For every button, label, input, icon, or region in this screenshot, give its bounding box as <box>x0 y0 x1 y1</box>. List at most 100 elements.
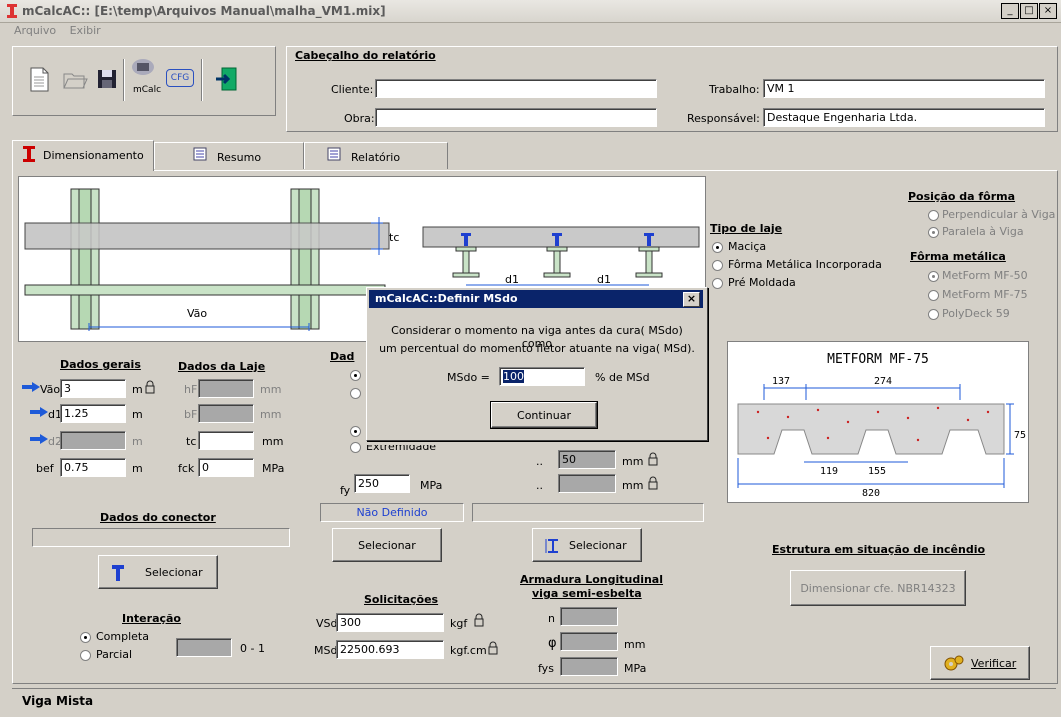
msdo-unit: % de MSd <box>595 371 650 384</box>
fys-field[interactable] <box>560 657 618 676</box>
selecionar-conector-button[interactable]: Selecionar <box>98 555 218 589</box>
beam-icon <box>23 146 35 162</box>
report-icon <box>327 147 341 161</box>
lock-icon[interactable] <box>646 476 660 490</box>
tc-label: tc <box>186 435 197 448</box>
cliente-label: Cliente: <box>331 83 374 96</box>
lock-icon[interactable] <box>472 613 486 627</box>
viga-radio-2[interactable] <box>350 388 361 399</box>
phi-label: φ <box>548 636 557 651</box>
vao-label: Vão <box>40 383 61 396</box>
dimensionar-nbr14323-button[interactable]: Dimensionar cfe. NBR14323 <box>790 570 966 606</box>
bef-field[interactable]: 0.75 <box>60 458 126 477</box>
tc-field[interactable] <box>198 431 254 450</box>
app-icon <box>7 4 17 18</box>
dialog-close-button[interactable]: × <box>683 292 700 307</box>
msdo-field[interactable]: 100 <box>499 367 585 386</box>
forma-polydeck-label: PolyDeck 59 <box>942 307 1010 320</box>
posicao-forma-title: Posição da fôrma <box>908 190 1016 203</box>
minimize-button[interactable]: _ <box>1001 3 1019 19</box>
obra-field[interactable] <box>375 108 657 127</box>
dim-75: 75 <box>1014 430 1027 441</box>
interacao-range-label: 0 - 1 <box>240 642 265 655</box>
posicao-paralela-radio[interactable] <box>928 227 939 238</box>
title-bar: mCalcAC:: [E:\temp\Arquivos Manual\malha… <box>0 0 1061 23</box>
n-label: n <box>548 612 555 625</box>
tab-resumo[interactable]: Resumo <box>154 142 304 169</box>
p2-prefix: .. <box>536 479 543 492</box>
continuar-button[interactable]: Continuar <box>490 401 598 429</box>
verificar-label: Verificar <box>971 657 1017 670</box>
status-text: Viga Mista <box>22 694 94 708</box>
lock-icon[interactable] <box>646 452 660 466</box>
interacao-completa-radio[interactable] <box>80 632 91 643</box>
maximize-button[interactable]: □ <box>1020 3 1038 19</box>
forma-mf75-radio[interactable] <box>928 290 939 301</box>
fy-field[interactable]: 250 <box>354 474 410 493</box>
bef-unit: m <box>132 462 143 475</box>
interacao-grau-field[interactable] <box>176 638 232 657</box>
tipo-laje-macica-radio[interactable] <box>712 242 723 253</box>
selecionar-perfil-button[interactable]: Selecionar <box>332 528 442 562</box>
posicao-perpendicular-radio[interactable] <box>928 210 939 221</box>
forma-mf50-radio[interactable] <box>928 271 939 282</box>
tab-relatorio[interactable]: Relatório <box>304 142 448 169</box>
tc-dimension-label: tc <box>389 231 400 244</box>
viga-radio-4[interactable] <box>350 442 361 453</box>
forma-polydeck-radio[interactable] <box>928 309 939 320</box>
tab-label: Resumo <box>217 151 262 164</box>
trabalho-field[interactable]: VM 1 <box>763 79 1045 98</box>
hf-field[interactable] <box>198 379 254 398</box>
definir-msdo-dialog: mCalcAC::Definir MSdo × Considerar o mom… <box>366 287 708 441</box>
conector-title: Dados do conector <box>100 511 216 524</box>
verificar-button[interactable]: Verificar <box>930 646 1030 680</box>
n-field[interactable] <box>560 607 618 626</box>
close-button[interactable]: × <box>1039 3 1057 19</box>
dim-274: 274 <box>874 376 893 387</box>
tipo-laje-premoldada-radio[interactable] <box>712 278 723 289</box>
vsd-field[interactable]: 300 <box>336 613 444 632</box>
bf-field[interactable] <box>198 404 254 423</box>
toolbar: mCalc CFG <box>12 46 276 116</box>
save-icon[interactable] <box>93 65 121 93</box>
posicao-paralela-label: Paralela à Viga <box>942 225 1024 238</box>
p2-field[interactable] <box>558 474 616 493</box>
tipo-laje-macica-label: Maciça <box>728 240 767 253</box>
dialog-title: mCalcAC::Definir MSdo <box>375 292 518 305</box>
vao-field[interactable]: 3 <box>60 379 126 398</box>
d1-dimension-label-b: d1 <box>597 273 611 286</box>
selecionar-secao-button[interactable]: Selecionar <box>532 528 642 562</box>
exit-icon[interactable] <box>213 65 241 93</box>
menu-bar: Arquivo Exibir <box>14 24 111 37</box>
viga-radio-3[interactable] <box>350 426 361 437</box>
open-folder-icon[interactable] <box>61 65 89 93</box>
msd-field[interactable]: 22500.693 <box>336 640 444 659</box>
fck-label: fck <box>178 462 195 475</box>
d1-field[interactable]: 1.25 <box>60 404 126 423</box>
responsavel-field[interactable]: Destaque Engenharia Ltda. <box>763 108 1045 127</box>
fck-field[interactable]: 0 <box>198 458 254 477</box>
tab-dimensionamento[interactable]: Dimensionamento <box>12 140 154 171</box>
menu-exibir[interactable]: Exibir <box>70 24 101 37</box>
viga-radio-1[interactable] <box>350 370 361 381</box>
phi-field[interactable] <box>560 632 618 651</box>
d2-field[interactable] <box>60 431 126 450</box>
d1-unit: m <box>132 408 143 421</box>
perfil-status: Não Definido <box>320 503 464 522</box>
menu-arquivo[interactable]: Arquivo <box>14 24 56 37</box>
obra-label: Obra: <box>344 112 375 125</box>
lock-icon[interactable] <box>143 380 157 394</box>
p1-field[interactable]: 50 <box>558 450 616 469</box>
conector-name-bar <box>32 528 290 547</box>
fy-label: fy <box>340 484 351 497</box>
new-file-icon[interactable] <box>25 65 53 93</box>
interacao-parcial-radio[interactable] <box>80 650 91 661</box>
mcalc-icon[interactable] <box>129 57 157 85</box>
window-controls: _ □ × <box>1000 3 1057 19</box>
tipo-laje-premoldada-label: Pré Moldada <box>728 276 796 289</box>
lock-icon[interactable] <box>486 641 500 655</box>
cfg-button[interactable]: CFG <box>166 69 194 87</box>
tipo-laje-forma-radio[interactable] <box>712 260 723 271</box>
cliente-field[interactable] <box>375 79 657 98</box>
arrow-right-icon <box>22 382 40 392</box>
